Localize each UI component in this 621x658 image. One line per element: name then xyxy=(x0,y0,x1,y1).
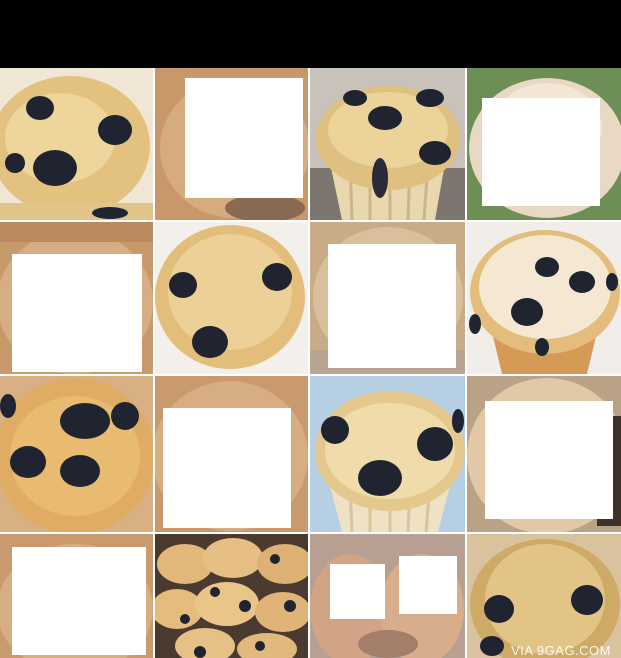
tile-muffin xyxy=(310,68,465,220)
tile-muffin xyxy=(155,222,308,374)
muffin-photo xyxy=(467,222,621,374)
white-box xyxy=(185,78,303,198)
muffin-photo xyxy=(310,68,465,220)
tile-chihuahua xyxy=(0,222,153,374)
tile-chihuahua xyxy=(155,376,308,532)
tile-chihuahua xyxy=(467,376,621,532)
white-box xyxy=(482,98,600,206)
tile-muffin xyxy=(310,376,465,532)
tile-chihuahua xyxy=(0,534,153,658)
watermark: VIA 9GAG.COM xyxy=(511,643,611,658)
tile-muffin xyxy=(467,222,621,374)
tile-chihuahua xyxy=(155,68,308,220)
tile-muffin: VIA 9GAG.COM xyxy=(467,534,621,658)
white-box xyxy=(399,556,457,614)
tile-muffin xyxy=(0,68,153,220)
top-black-bar xyxy=(0,0,621,68)
muffin-photo xyxy=(155,222,308,374)
white-box xyxy=(12,547,146,655)
muffin-photo xyxy=(0,68,153,220)
muffin-tray-photo xyxy=(155,534,308,658)
tile-muffin-tray xyxy=(155,534,308,658)
muffin-chihuahua-grid: VIA 9GAG.COM xyxy=(0,68,621,658)
white-box xyxy=(12,254,142,372)
tile-chihuahua xyxy=(310,222,465,374)
white-box xyxy=(163,408,291,528)
white-box xyxy=(485,401,613,519)
tile-chihuahua xyxy=(310,534,465,658)
muffin-photo xyxy=(0,376,153,532)
tile-muffin xyxy=(0,376,153,532)
white-box xyxy=(328,244,456,368)
tile-chihuahua xyxy=(467,68,621,220)
white-box xyxy=(330,564,385,619)
muffin-photo xyxy=(310,376,465,532)
muffin-photo xyxy=(467,534,621,658)
